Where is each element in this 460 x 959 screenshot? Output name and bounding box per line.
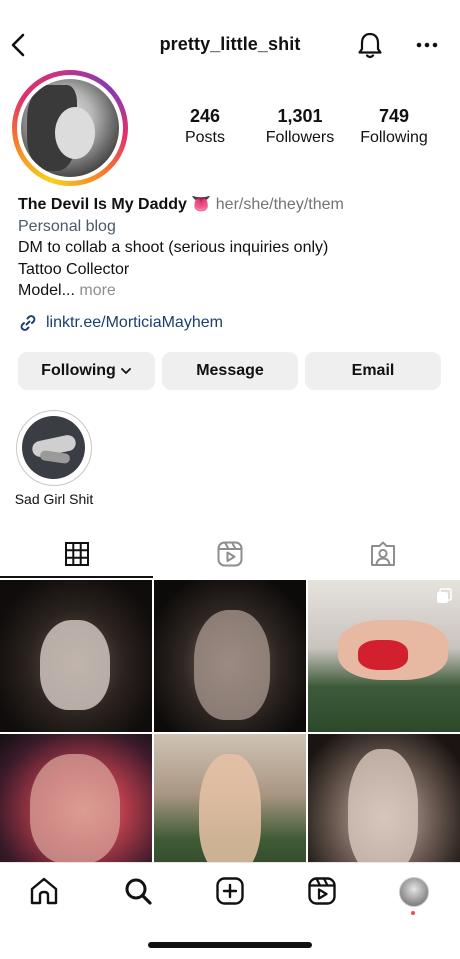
bio-line-2: Tattoo Collector bbox=[18, 260, 130, 278]
tagged-icon bbox=[370, 541, 395, 566]
followers-stat[interactable]: 1,301 Followers bbox=[258, 106, 342, 147]
name-row: The Devil Is My Daddy 👅 her/she/they/the… bbox=[18, 194, 448, 216]
profile-avatar-nav[interactable] bbox=[399, 877, 429, 907]
post-thumbnail-figure bbox=[30, 754, 120, 864]
grid-icon bbox=[64, 542, 89, 566]
posts-stat[interactable]: 246 Posts bbox=[180, 106, 230, 147]
followers-label: Followers bbox=[265, 129, 335, 146]
following-button-label: Following bbox=[41, 362, 116, 379]
more-horizontal-icon[interactable] bbox=[414, 32, 440, 58]
post-thumbnail-figure bbox=[40, 620, 110, 710]
multiple-posts-icon bbox=[437, 588, 452, 603]
chevron-down-icon bbox=[120, 368, 131, 374]
following-button[interactable]: Following bbox=[18, 352, 155, 390]
bio-line-3: Model... bbox=[18, 282, 75, 299]
home-icon[interactable] bbox=[28, 875, 60, 907]
bottom-navigation bbox=[0, 862, 460, 920]
message-button[interactable]: Message bbox=[162, 352, 298, 390]
following-count: 749 bbox=[378, 106, 410, 126]
avatar-photo-face bbox=[55, 107, 95, 159]
profile-avatar[interactable] bbox=[12, 70, 128, 186]
followers-count: 1,301 bbox=[277, 106, 323, 126]
avatar-ring-gap bbox=[17, 75, 123, 181]
create-icon[interactable] bbox=[214, 875, 246, 907]
message-button-label: Message bbox=[196, 362, 264, 379]
link-text: linktr.ee/MorticiaMayhem bbox=[46, 314, 223, 331]
bio-line-3-row: Model... more bbox=[18, 280, 448, 302]
email-button[interactable]: Email bbox=[305, 352, 441, 390]
avatar-photo bbox=[21, 79, 119, 177]
profile-bio: The Devil Is My Daddy 👅 her/she/they/the… bbox=[18, 194, 448, 302]
post-thumbnail[interactable] bbox=[0, 580, 152, 732]
pronouns: her/she/they/them bbox=[215, 196, 344, 213]
post-thumbnail-figure bbox=[194, 610, 270, 720]
post-thumbnail[interactable] bbox=[154, 580, 306, 732]
email-button-label: Email bbox=[351, 362, 395, 379]
tongue-emoji: 👅 bbox=[191, 196, 212, 213]
posts-grid bbox=[0, 580, 460, 886]
active-tab-indicator bbox=[0, 576, 153, 578]
reels-icon[interactable] bbox=[306, 875, 338, 907]
external-link[interactable]: linktr.ee/MorticiaMayhem bbox=[18, 312, 223, 334]
posts-count: 246 bbox=[189, 106, 221, 126]
post-thumbnail-figure bbox=[199, 754, 261, 874]
search-icon[interactable] bbox=[122, 875, 154, 907]
profile-username: pretty_little_shit bbox=[159, 34, 301, 54]
following-stat[interactable]: 749 Following bbox=[354, 106, 434, 147]
link-icon bbox=[20, 315, 36, 331]
highlight-cover bbox=[22, 416, 85, 479]
highlight-cover-shadow bbox=[39, 449, 71, 465]
post-thumbnail-clothing bbox=[358, 640, 408, 670]
following-label: Following bbox=[360, 129, 428, 146]
posts-label: Posts bbox=[184, 129, 225, 146]
home-indicator bbox=[148, 942, 312, 948]
top-bar: pretty_little_shit bbox=[0, 22, 460, 68]
bio-line-1: DM to collab a shoot (serious inquiries … bbox=[18, 239, 329, 256]
profile-tabs bbox=[0, 530, 460, 578]
profile-category: Personal blog bbox=[18, 217, 116, 235]
post-thumbnail-figure bbox=[348, 749, 418, 874]
notification-dot bbox=[411, 911, 415, 915]
post-thumbnail[interactable] bbox=[308, 580, 460, 732]
tab-reels[interactable] bbox=[153, 530, 306, 578]
reels-icon bbox=[217, 541, 242, 567]
tab-grid[interactable] bbox=[0, 530, 153, 578]
bell-icon[interactable] bbox=[356, 30, 384, 60]
story-highlight[interactable] bbox=[16, 410, 92, 486]
highlight-label: Sad Girl Shit bbox=[14, 491, 94, 507]
display-name: The Devil Is My Daddy bbox=[18, 196, 187, 213]
tab-tagged[interactable] bbox=[306, 530, 459, 578]
more-link[interactable]: more bbox=[79, 282, 115, 299]
